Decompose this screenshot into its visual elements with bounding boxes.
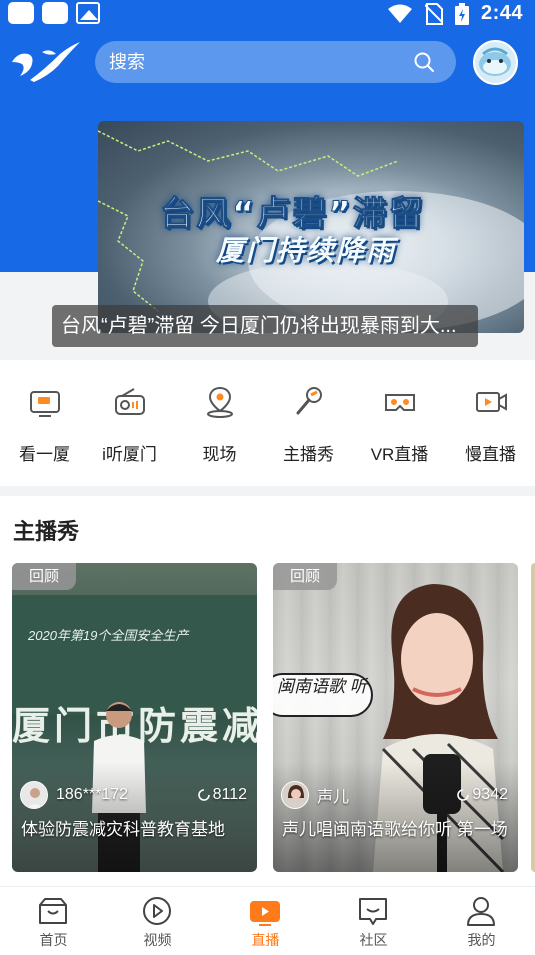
search-icon[interactable] bbox=[412, 50, 436, 74]
replay-badge: 回顾 bbox=[273, 563, 337, 590]
bottom-navigation: 首页 视频 直播 社区 我的 bbox=[0, 886, 535, 955]
mascot-avatar-icon bbox=[479, 47, 511, 76]
category-label: i听厦门 bbox=[102, 445, 157, 464]
radio-icon bbox=[115, 388, 145, 415]
card-username: 186***172 bbox=[56, 786, 129, 803]
category-label: VR直播 bbox=[370, 445, 429, 464]
status-time: 2:44 bbox=[480, 2, 523, 24]
app-logo-icon bbox=[12, 42, 80, 82]
community-chat-icon bbox=[359, 898, 387, 925]
card-title: 体验防震减灾科普教育基地 bbox=[21, 820, 225, 839]
search-bar[interactable] bbox=[95, 41, 456, 83]
live-card[interactable]: 闽南语歌 听 回顾 声儿 9342 声儿唱闽南语歌给你听 第一场 bbox=[273, 563, 518, 872]
home-bag-icon bbox=[39, 898, 67, 924]
live-tv-icon bbox=[250, 901, 280, 926]
category-label: 现场 bbox=[202, 445, 237, 464]
views-icon bbox=[457, 789, 470, 801]
search-input[interactable] bbox=[109, 51, 399, 73]
video-play-icon bbox=[143, 897, 171, 925]
profile-icon bbox=[467, 897, 495, 926]
banner-text-in-photo: 2020年第19个全国安全生产 bbox=[28, 628, 189, 643]
nav-label: 视频 bbox=[143, 932, 172, 948]
nav-label: 首页 bbox=[39, 932, 68, 948]
user-avatar bbox=[281, 781, 309, 809]
wifi-icon bbox=[387, 4, 412, 23]
replay-badge: 回顾 bbox=[12, 563, 76, 590]
card-username: 声儿 bbox=[317, 789, 350, 806]
category-label: 看一厦 bbox=[19, 445, 70, 464]
nav-home[interactable]: 首页 bbox=[0, 887, 107, 955]
views-icon bbox=[197, 789, 210, 801]
view-count: 9342 bbox=[456, 786, 508, 804]
category-item-xianchang[interactable]: 现场 bbox=[175, 360, 264, 486]
banner-carousel[interactable]: 台风“卢碧”滞留 厦门持续降雨 bbox=[98, 121, 524, 333]
microphone-icon bbox=[296, 387, 322, 415]
speech-bubble-text: 闽南语歌 听 bbox=[273, 673, 373, 717]
category-item-slow-live[interactable]: 慢直播 bbox=[446, 360, 535, 486]
video-camera-icon bbox=[476, 392, 507, 412]
category-label: 慢直播 bbox=[465, 445, 516, 464]
nav-video[interactable]: 视频 bbox=[104, 887, 211, 955]
image-notification-icon bbox=[76, 2, 100, 24]
location-pin-icon bbox=[207, 386, 233, 418]
vr-headset-icon bbox=[385, 394, 415, 411]
category-item-vr-live[interactable]: VR直播 bbox=[355, 360, 444, 486]
notification-app-icon bbox=[8, 2, 34, 24]
battery-charging-icon bbox=[454, 2, 469, 25]
anchor-show-section: 主播秀 2020年第19个全国安全生产 厦门市防震减灾 回顾 186***172… bbox=[0, 496, 535, 886]
notification-app-icon bbox=[42, 2, 68, 24]
nav-profile[interactable]: 我的 bbox=[428, 887, 535, 955]
view-count: 8112 bbox=[197, 786, 247, 804]
tv-icon bbox=[30, 391, 60, 417]
category-item-ting-xiamen[interactable]: i听厦门 bbox=[85, 360, 174, 486]
category-panel: 看一厦 i听厦门 现场 主播秀 VR直播 慢直播 bbox=[0, 360, 535, 486]
card-user: 声儿 bbox=[281, 781, 349, 809]
user-avatar[interactable] bbox=[473, 40, 518, 85]
section-title: 主播秀 bbox=[13, 519, 80, 544]
user-avatar bbox=[20, 781, 48, 809]
category-item-zhuboxiu[interactable]: 主播秀 bbox=[264, 360, 353, 486]
nav-live[interactable]: 直播 bbox=[212, 887, 319, 955]
live-card-peek[interactable] bbox=[531, 563, 535, 872]
nav-label: 直播 bbox=[251, 932, 280, 948]
category-item-kanyixia[interactable]: 看一厦 bbox=[0, 360, 89, 486]
status-bar: 2:44 bbox=[0, 0, 535, 28]
card-title: 声儿唱闽南语歌给你听 第一场 bbox=[282, 820, 508, 839]
nav-label: 社区 bbox=[359, 932, 388, 948]
banner-caption[interactable]: 台风“卢碧”滞留 今日厦门仍将出现暴雨到大... bbox=[52, 305, 478, 347]
view-count-value: 9342 bbox=[472, 786, 508, 803]
no-sim-icon bbox=[424, 2, 443, 25]
nav-label: 我的 bbox=[467, 932, 496, 948]
nav-community[interactable]: 社区 bbox=[320, 887, 427, 955]
category-label: 主播秀 bbox=[283, 445, 334, 464]
banner-subheadline: 厦门持续降雨 bbox=[216, 234, 397, 267]
banner-headline: 台风“卢碧”滞留 bbox=[160, 194, 425, 235]
live-card[interactable]: 2020年第19个全国安全生产 厦门市防震减灾 回顾 186***172 811… bbox=[12, 563, 257, 872]
view-count-value: 8112 bbox=[212, 786, 247, 803]
card-user: 186***172 bbox=[20, 781, 128, 809]
